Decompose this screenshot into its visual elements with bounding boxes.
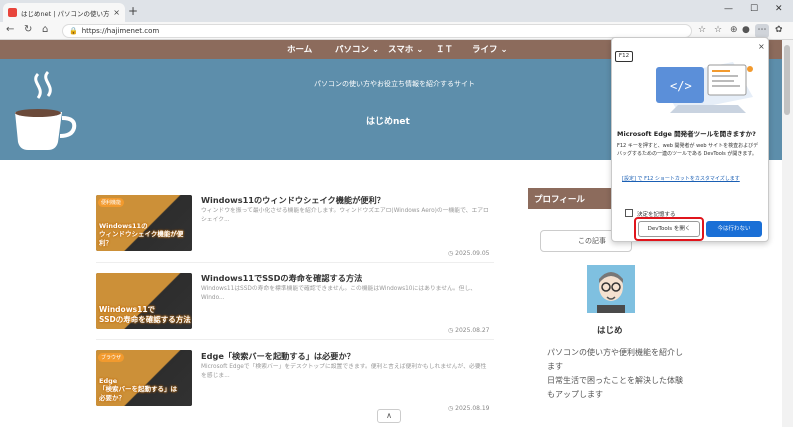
address-bar[interactable]: 🔒 https://hajimenet.com [62, 24, 692, 38]
post-title[interactable]: Edge「検索バーを起動する」は必要か？ [201, 350, 355, 362]
scrollbar-thumb[interactable] [784, 45, 790, 115]
thumb-tag: 便利機能 [98, 198, 125, 207]
tab-strip: はじめnet | パソコンの使い方やお役立 × + — ☐ ✕ [0, 0, 793, 22]
post-excerpt: Microsoft Edgeで「検索バー」をデスクトップに設置できます。便利と言… [201, 364, 487, 379]
bubble-text: この記事 [578, 237, 606, 245]
browser-tab[interactable]: はじめnet | パソコンの使い方やお役立 × [3, 3, 125, 22]
refresh-icon[interactable]: ↻ [24, 24, 32, 35]
tab-title: はじめnet | パソコンの使い方やお役立 [21, 9, 110, 18]
devtools-illustration: </> [656, 62, 753, 113]
customize-shortcut-link[interactable]: [設定] で F12 ショートカットをカスタマイズします [622, 175, 740, 182]
profile-name: はじめ [597, 326, 623, 336]
maximize-button[interactable]: ☐ [750, 4, 758, 14]
copilot-icon[interactable]: ✿ [775, 25, 783, 35]
post-excerpt: Windows11はSSDの寿命を標準機能で確認できません。この機能はWindo… [201, 286, 477, 301]
nav-pc[interactable]: パソコン ⌄ [335, 43, 379, 55]
remember-checkbox[interactable] [625, 209, 633, 217]
f12-key-icon: F12 [615, 51, 633, 62]
profile-text: パソコンの使い方や便利機能を紹介します 日常生活で困ったことを解決した体験もアッ… [547, 348, 683, 399]
post-title[interactable]: Windows11のウィンドウシェイク機能が便利？ [201, 194, 385, 206]
post-thumbnail[interactable]: Windows11で SSDの寿命を確認する方法 [96, 273, 192, 329]
post-date: ◷ 2025.08.27 [448, 327, 490, 334]
site-name[interactable]: はじめnet [366, 114, 410, 127]
url-text: https://hajimenet.com [81, 27, 160, 35]
avatar [587, 265, 635, 313]
new-tab-button[interactable]: + [128, 4, 138, 18]
favorite-star-icon[interactable]: ☆ [698, 25, 706, 35]
back-icon[interactable]: ← [6, 24, 14, 35]
favorites-icon[interactable]: ☆ [714, 25, 722, 35]
post-date: ◷ 2025.08.19 [448, 405, 490, 412]
coffee-cup-icon [15, 70, 77, 150]
dialog-title: Microsoft Edge 開発者ツールを開きますか? [617, 130, 756, 138]
post-excerpt: ウィンドウを振って最小化させる機能を紹介します。ウィンドウズエアロ(Window… [201, 208, 489, 223]
favicon-icon [8, 8, 17, 17]
home-icon[interactable]: ⌂ [42, 24, 48, 35]
dialog-description: F12 キーを押すと、web 開発者が web サイトを検査およびデバッグするた… [617, 143, 759, 157]
dialog-close-icon[interactable]: × [758, 42, 765, 51]
nav-life[interactable]: ライフ ⌄ [472, 43, 508, 55]
svg-text:</>: </> [670, 79, 692, 93]
post-date: ◷ 2025.09.05 [448, 250, 490, 257]
nav-smartphone[interactable]: スマホ ⌄ [388, 43, 423, 55]
settings-more-button[interactable]: ⋯ [755, 24, 769, 38]
site-tagline: パソコンの使い方やお役立ち情報を紹介するサイト [314, 80, 475, 88]
post-title[interactable]: Windows11でSSDの寿命を確認する方法 [201, 272, 362, 284]
post-thumbnail[interactable]: ブラウザ Edge 「検索バーを起動する」は 必要か？ [96, 350, 192, 406]
post-thumbnail[interactable]: 便利機能 Windows11の ウィンドウシェイク機能が便利？ [96, 195, 192, 251]
close-window-button[interactable]: ✕ [775, 4, 783, 14]
minimize-button[interactable]: — [724, 4, 733, 14]
lock-icon: 🔒 [69, 27, 78, 35]
thumb-caption: Windows11の ウィンドウシェイク機能が便利？ [99, 221, 184, 247]
nav-it[interactable]: ＩＴ [436, 43, 453, 55]
sidebar-heading: プロフィール [534, 195, 585, 205]
nav-home[interactable]: ホーム [287, 43, 312, 55]
divider [96, 262, 494, 263]
thumb-tag: ブラウザ [98, 353, 125, 362]
scroll-top-button[interactable]: ∧ [377, 409, 401, 423]
profile-icon[interactable]: ● [742, 25, 750, 35]
collections-icon[interactable]: ⊕ [730, 25, 738, 35]
not-now-button[interactable]: 今は行わない [706, 221, 762, 237]
tab-close-icon[interactable]: × [113, 8, 120, 17]
thumb-caption: Windows11で SSDの寿命を確認する方法 [99, 305, 191, 324]
thumb-caption: Edge 「検索バーを起動する」は 必要か？ [99, 376, 177, 402]
divider [96, 339, 494, 340]
open-devtools-button[interactable]: DevTools を開く [638, 221, 700, 237]
